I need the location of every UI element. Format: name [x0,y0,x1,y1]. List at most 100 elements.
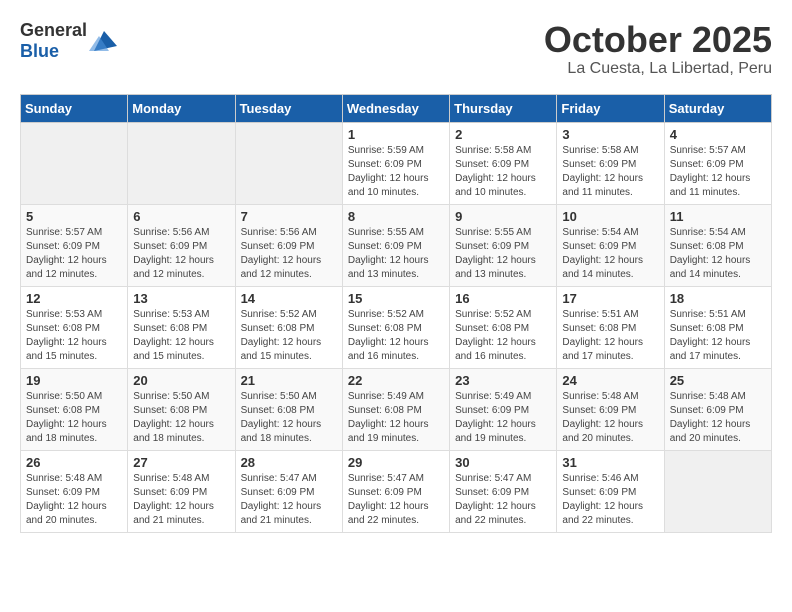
day-info: Sunrise: 5:48 AM Sunset: 6:09 PM Dayligh… [670,390,766,446]
calendar-week-row: 12 Sunrise: 5:53 AM Sunset: 6:08 PM Dayli… [21,286,772,368]
page-header: General Blue October 2025 La Cuesta, La … [20,20,772,78]
calendar-cell: 20 Sunrise: 5:50 AM Sunset: 6:08 PM Dayli… [128,368,235,450]
calendar-cell: 17Sunrise: 5:51 AM Sunset: 6:08 PM Dayli… [557,286,664,368]
day-info: Sunrise: 5:52 AM Sunset: 6:08 PM Dayligh… [348,308,444,364]
day-info: Sunrise: 5:47 AM Sunset: 6:09 PM Dayligh… [455,472,551,528]
day-number: 24 [562,373,658,388]
day-number: 7 [241,209,337,224]
day-number: 20 [133,373,229,388]
day-number: 16 [455,291,551,306]
weekday-header-friday: Friday [557,94,664,122]
day-info: Sunrise: 5:55 AM Sunset: 6:09 PM Dayligh… [455,226,551,282]
calendar-cell: 18 Sunrise: 5:51 AM Sunset: 6:08 PM Dayli… [664,286,771,368]
calendar-week-row: 19 Sunrise: 5:50 AM Sunset: 6:08 PM Dayli… [21,368,772,450]
calendar-cell [21,122,128,204]
day-number: 22 [348,373,444,388]
calendar-cell: 10 Sunrise: 5:54 AM Sunset: 6:09 PM Dayli… [557,204,664,286]
day-info: Sunrise: 5:54 AM Sunset: 6:08 PM Dayligh… [670,226,766,282]
day-number: 3 [562,127,658,142]
calendar-cell: 25 Sunrise: 5:48 AM Sunset: 6:09 PM Dayli… [664,368,771,450]
calendar-cell: 5Sunrise: 5:57 AM Sunset: 6:09 PM Daylig… [21,204,128,286]
day-number: 26 [26,455,122,470]
day-number: 27 [133,455,229,470]
day-number: 12 [26,291,122,306]
calendar-cell: 13 Sunrise: 5:53 AM Sunset: 6:08 PM Dayli… [128,286,235,368]
calendar-cell: 1 Sunrise: 5:59 AM Sunset: 6:09 PM Daylig… [342,122,449,204]
calendar-cell: 11 Sunrise: 5:54 AM Sunset: 6:08 PM Dayli… [664,204,771,286]
calendar-cell: 21Sunrise: 5:50 AM Sunset: 6:08 PM Dayli… [235,368,342,450]
calendar-cell: 31 Sunrise: 5:46 AM Sunset: 6:09 PM Dayli… [557,450,664,532]
day-number: 10 [562,209,658,224]
day-number: 19 [26,373,122,388]
calendar-cell: 7 Sunrise: 5:56 AM Sunset: 6:09 PM Daylig… [235,204,342,286]
day-number: 21 [241,373,337,388]
day-info: Sunrise: 5:59 AM Sunset: 6:09 PM Dayligh… [348,144,444,200]
calendar-cell: 8 Sunrise: 5:55 AM Sunset: 6:09 PM Daylig… [342,204,449,286]
calendar-cell [235,122,342,204]
day-info: Sunrise: 5:52 AM Sunset: 6:08 PM Dayligh… [455,308,551,364]
day-info: Sunrise: 5:50 AM Sunset: 6:08 PM Dayligh… [133,390,229,446]
day-number: 29 [348,455,444,470]
day-number: 15 [348,291,444,306]
day-number: 23 [455,373,551,388]
day-info: Sunrise: 5:56 AM Sunset: 6:09 PM Dayligh… [241,226,337,282]
day-info: Sunrise: 5:51 AM Sunset: 6:08 PM Dayligh… [670,308,766,364]
day-info: Sunrise: 5:56 AM Sunset: 6:09 PM Dayligh… [133,226,229,282]
logo-blue: Blue [20,41,59,61]
calendar-cell: 22 Sunrise: 5:49 AM Sunset: 6:08 PM Dayli… [342,368,449,450]
logo-text: General Blue [20,20,87,62]
day-number: 31 [562,455,658,470]
day-info: Sunrise: 5:49 AM Sunset: 6:09 PM Dayligh… [455,390,551,446]
calendar-cell: 29 Sunrise: 5:47 AM Sunset: 6:09 PM Dayli… [342,450,449,532]
calendar-cell [128,122,235,204]
logo: General Blue [20,20,119,62]
day-number: 13 [133,291,229,306]
calendar-week-row: 1 Sunrise: 5:59 AM Sunset: 6:09 PM Daylig… [21,122,772,204]
day-number: 11 [670,209,766,224]
calendar-cell: 4 Sunrise: 5:57 AM Sunset: 6:09 PM Daylig… [664,122,771,204]
calendar-cell: 9 Sunrise: 5:55 AM Sunset: 6:09 PM Daylig… [450,204,557,286]
day-info: Sunrise: 5:55 AM Sunset: 6:09 PM Dayligh… [348,226,444,282]
day-info: Sunrise: 5:49 AM Sunset: 6:08 PM Dayligh… [348,390,444,446]
weekday-header-wednesday: Wednesday [342,94,449,122]
day-number: 9 [455,209,551,224]
calendar-table: SundayMondayTuesdayWednesdayThursdayFrid… [20,94,772,533]
weekday-header-row: SundayMondayTuesdayWednesdayThursdayFrid… [21,94,772,122]
day-info: Sunrise: 5:47 AM Sunset: 6:09 PM Dayligh… [241,472,337,528]
day-info: Sunrise: 5:53 AM Sunset: 6:08 PM Dayligh… [133,308,229,364]
calendar-cell: 24Sunrise: 5:48 AM Sunset: 6:09 PM Dayli… [557,368,664,450]
weekday-header-sunday: Sunday [21,94,128,122]
calendar-cell: 23 Sunrise: 5:49 AM Sunset: 6:09 PM Dayli… [450,368,557,450]
calendar-cell: 27 Sunrise: 5:48 AM Sunset: 6:09 PM Dayli… [128,450,235,532]
day-number: 30 [455,455,551,470]
day-info: Sunrise: 5:46 AM Sunset: 6:09 PM Dayligh… [562,472,658,528]
weekday-header-saturday: Saturday [664,94,771,122]
calendar-cell [664,450,771,532]
day-info: Sunrise: 5:52 AM Sunset: 6:08 PM Dayligh… [241,308,337,364]
calendar-cell: 14Sunrise: 5:52 AM Sunset: 6:08 PM Dayli… [235,286,342,368]
logo-icon [89,26,119,56]
weekday-header-monday: Monday [128,94,235,122]
day-info: Sunrise: 5:48 AM Sunset: 6:09 PM Dayligh… [133,472,229,528]
day-number: 5 [26,209,122,224]
day-number: 4 [670,127,766,142]
day-number: 8 [348,209,444,224]
logo-general: General [20,20,87,40]
day-info: Sunrise: 5:54 AM Sunset: 6:09 PM Dayligh… [562,226,658,282]
day-info: Sunrise: 5:57 AM Sunset: 6:09 PM Dayligh… [670,144,766,200]
day-number: 6 [133,209,229,224]
calendar-cell: 12Sunrise: 5:53 AM Sunset: 6:08 PM Dayli… [21,286,128,368]
calendar-cell: 30 Sunrise: 5:47 AM Sunset: 6:09 PM Dayli… [450,450,557,532]
day-number: 18 [670,291,766,306]
day-number: 25 [670,373,766,388]
day-info: Sunrise: 5:48 AM Sunset: 6:09 PM Dayligh… [26,472,122,528]
day-number: 1 [348,127,444,142]
calendar-cell: 3Sunrise: 5:58 AM Sunset: 6:09 PM Daylig… [557,122,664,204]
calendar-cell: 26 Sunrise: 5:48 AM Sunset: 6:09 PM Dayli… [21,450,128,532]
calendar-cell: 28 Sunrise: 5:47 AM Sunset: 6:09 PM Dayli… [235,450,342,532]
day-number: 17 [562,291,658,306]
month-title: October 2025 [544,20,772,60]
calendar-week-row: 26 Sunrise: 5:48 AM Sunset: 6:09 PM Dayli… [21,450,772,532]
day-info: Sunrise: 5:47 AM Sunset: 6:09 PM Dayligh… [348,472,444,528]
day-number: 28 [241,455,337,470]
